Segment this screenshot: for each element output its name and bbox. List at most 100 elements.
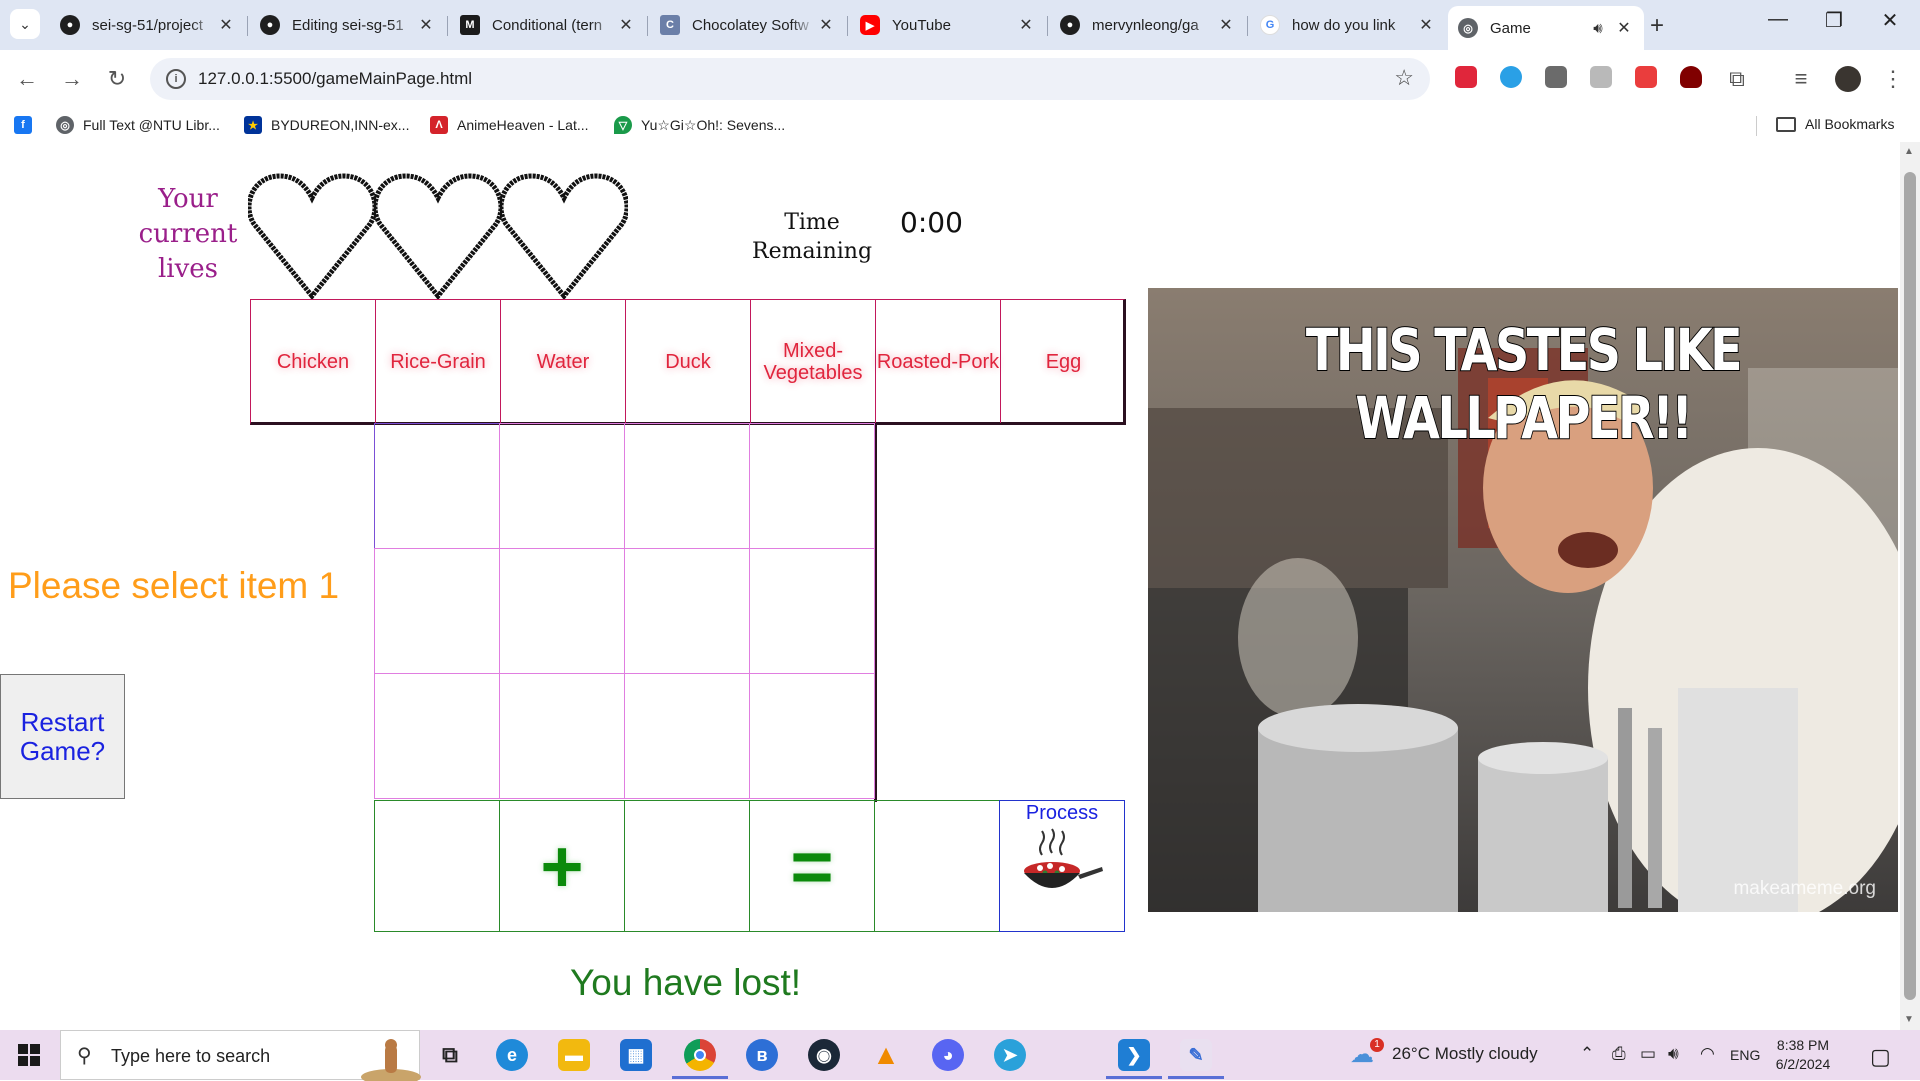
bookmark-ntu[interactable]: ◎ Full Text @NTU Libr... bbox=[56, 116, 220, 134]
telegram-icon[interactable]: ➤ bbox=[994, 1039, 1026, 1071]
tab-3[interactable]: C Chocolatey Softw ✕ bbox=[650, 8, 846, 42]
search-highlight-icon bbox=[361, 1039, 421, 1081]
all-bookmarks[interactable]: All Bookmarks bbox=[1776, 116, 1894, 132]
volume-icon[interactable]: 🔊︎ bbox=[1668, 1044, 1679, 1064]
steam-icon[interactable]: ◉ bbox=[808, 1039, 840, 1071]
restart-game-button[interactable]: Restart Game? bbox=[0, 674, 125, 799]
close-tab-icon[interactable]: ✕ bbox=[216, 15, 236, 35]
avatar[interactable] bbox=[1835, 66, 1861, 92]
ingredient-mixed-vegetables[interactable]: Mixed-Vegetables bbox=[751, 300, 876, 423]
grid-cell[interactable] bbox=[624, 423, 750, 549]
address-bar[interactable]: i 127.0.0.1:5500/gameMainPage.html ☆ bbox=[150, 58, 1430, 100]
tab-1[interactable]: ● Editing sei-sg-51 ✕ bbox=[250, 8, 446, 42]
grid-cell[interactable] bbox=[624, 548, 750, 674]
bookmark-facebook[interactable]: f bbox=[14, 116, 41, 134]
grid-cell[interactable] bbox=[499, 548, 625, 674]
close-tab-icon[interactable]: ✕ bbox=[1216, 15, 1236, 35]
onedrive-icon[interactable] bbox=[1500, 66, 1522, 88]
grid-cell[interactable] bbox=[374, 423, 500, 549]
windows-start-icon[interactable] bbox=[18, 1044, 40, 1066]
weather-text[interactable]: 26°C Mostly cloudy bbox=[1392, 1044, 1538, 1064]
page-scrollbar[interactable]: ▲ ▼ bbox=[1900, 142, 1920, 1030]
forward-icon[interactable]: → bbox=[55, 62, 89, 96]
extension-icon[interactable] bbox=[1635, 66, 1657, 88]
grid-cell[interactable] bbox=[749, 548, 875, 674]
ublock-icon[interactable] bbox=[1680, 66, 1702, 88]
close-tab-icon[interactable]: ✕ bbox=[816, 15, 836, 35]
reload-icon[interactable]: ↻ bbox=[100, 62, 134, 96]
tab-6[interactable]: G how do you link ✕ bbox=[1250, 8, 1446, 42]
chrome-icon[interactable] bbox=[684, 1039, 716, 1071]
close-tab-icon[interactable]: ✕ bbox=[1614, 18, 1634, 38]
extension-icon[interactable] bbox=[1455, 66, 1477, 88]
scroll-down-icon[interactable]: ▼ bbox=[1904, 1014, 1914, 1025]
close-tab-icon[interactable]: ✕ bbox=[1016, 15, 1036, 35]
scrollbar-thumb[interactable] bbox=[1904, 172, 1916, 1000]
speaker-icon[interactable]: 🔊︎ bbox=[1588, 20, 1608, 37]
grid-cell[interactable] bbox=[374, 548, 500, 674]
url-text[interactable]: 127.0.0.1:5500/gameMainPage.html bbox=[198, 69, 472, 89]
extensions-puzzle-icon[interactable]: ⧉ bbox=[1720, 62, 1754, 96]
ingredient-duck[interactable]: Duck bbox=[626, 300, 751, 423]
close-tab-icon[interactable]: ✕ bbox=[616, 15, 636, 35]
extension-icon[interactable] bbox=[1590, 66, 1612, 88]
bluetooth-app-icon[interactable]: ʙ bbox=[746, 1039, 778, 1071]
grid-cell[interactable] bbox=[499, 423, 625, 549]
battery-icon[interactable]: ▭ bbox=[1640, 1044, 1656, 1064]
extension-icon[interactable] bbox=[1545, 66, 1567, 88]
bookmark-yugioh[interactable]: ▽ Yu☆Gi☆Oh!: Sevens... bbox=[614, 116, 785, 134]
grid-cell[interactable] bbox=[749, 423, 875, 549]
heart-icon bbox=[248, 173, 376, 300]
tab-2[interactable]: M Conditional (tern ✕ bbox=[450, 8, 646, 42]
tab-5[interactable]: ● mervynleong/ga ✕ bbox=[1050, 8, 1246, 42]
bookmark-star-icon[interactable]: ☆ bbox=[1394, 65, 1414, 91]
grid-cell[interactable] bbox=[624, 673, 750, 799]
wok-icon bbox=[1024, 828, 1103, 888]
process-button[interactable]: Process bbox=[999, 800, 1125, 932]
site-info-icon[interactable]: i bbox=[166, 69, 186, 89]
discord-icon[interactable]: ◕ bbox=[932, 1039, 964, 1071]
bookmark-bydureon[interactable]: ★ BYDUREON,INN-ex... bbox=[244, 116, 409, 134]
ingredient-water[interactable]: Water bbox=[501, 300, 626, 423]
language-indicator[interactable]: ENG bbox=[1730, 1047, 1760, 1063]
tab-4[interactable]: ▶ YouTube ✕ bbox=[850, 8, 1046, 42]
tab-bar: ⌄ ● sei-sg-51/project ✕ ● Editing sei-sg… bbox=[0, 0, 1920, 50]
task-view-icon[interactable]: ⧉ bbox=[434, 1039, 466, 1071]
tab-0[interactable]: ● sei-sg-51/project ✕ bbox=[50, 8, 246, 42]
wifi-icon[interactable]: ◠ bbox=[1700, 1044, 1715, 1064]
meet-now-icon[interactable]: ⎙ bbox=[1612, 1044, 1626, 1064]
notifications-icon[interactable]: ▢ bbox=[1870, 1044, 1891, 1070]
plus-symbol: + bbox=[499, 800, 625, 932]
taskbar-search[interactable]: ⚲ Type here to search bbox=[60, 1030, 421, 1081]
craft-slot-2[interactable] bbox=[624, 800, 750, 932]
craft-slot-1[interactable] bbox=[374, 800, 500, 932]
ingredient-egg[interactable]: Egg bbox=[1001, 300, 1126, 423]
vscode-icon[interactable]: ❯ bbox=[1118, 1039, 1150, 1071]
menu-dots-icon[interactable]: ⋮ bbox=[1876, 62, 1910, 96]
ingredient-rice-grain[interactable]: Rice-Grain bbox=[376, 300, 501, 423]
paint-icon[interactable]: ✎ bbox=[1180, 1039, 1212, 1071]
restore-icon[interactable]: ❐ bbox=[1814, 8, 1854, 33]
new-tab-icon[interactable]: + bbox=[1650, 12, 1664, 40]
close-tab-icon[interactable]: ✕ bbox=[1416, 15, 1436, 35]
ingredient-roasted-pork[interactable]: Roasted-Pork bbox=[876, 300, 1001, 423]
file-explorer-icon[interactable]: ▬ bbox=[558, 1039, 590, 1071]
grid-cell[interactable] bbox=[749, 673, 875, 799]
minimize-icon[interactable]: — bbox=[1758, 8, 1798, 31]
ingredient-chicken[interactable]: Chicken bbox=[251, 300, 376, 423]
scroll-up-icon[interactable]: ▲ bbox=[1904, 146, 1914, 157]
close-window-icon[interactable]: ✕ bbox=[1870, 8, 1910, 33]
tab-search-button[interactable]: ⌄ bbox=[10, 9, 40, 39]
close-tab-icon[interactable]: ✕ bbox=[416, 15, 436, 35]
taskbar-clock[interactable]: 8:38 PM 6/2/2024 bbox=[1760, 1036, 1846, 1074]
media-control-icon[interactable]: ≡ bbox=[1784, 62, 1818, 96]
grid-cell[interactable] bbox=[499, 673, 625, 799]
edge-icon[interactable]: e bbox=[496, 1039, 528, 1071]
microsoft-store-icon[interactable]: ▦ bbox=[620, 1039, 652, 1071]
bookmark-animeheaven[interactable]: Λ AnimeHeaven - Lat... bbox=[430, 116, 589, 134]
vlc-icon[interactable]: ▲ bbox=[870, 1039, 902, 1071]
show-hidden-icons[interactable]: ⌃ bbox=[1580, 1044, 1594, 1064]
grid-cell[interactable] bbox=[374, 673, 500, 799]
tab-7-active[interactable]: ◎ Game 🔊︎ ✕ bbox=[1448, 6, 1644, 50]
back-icon[interactable]: ← bbox=[10, 62, 44, 96]
